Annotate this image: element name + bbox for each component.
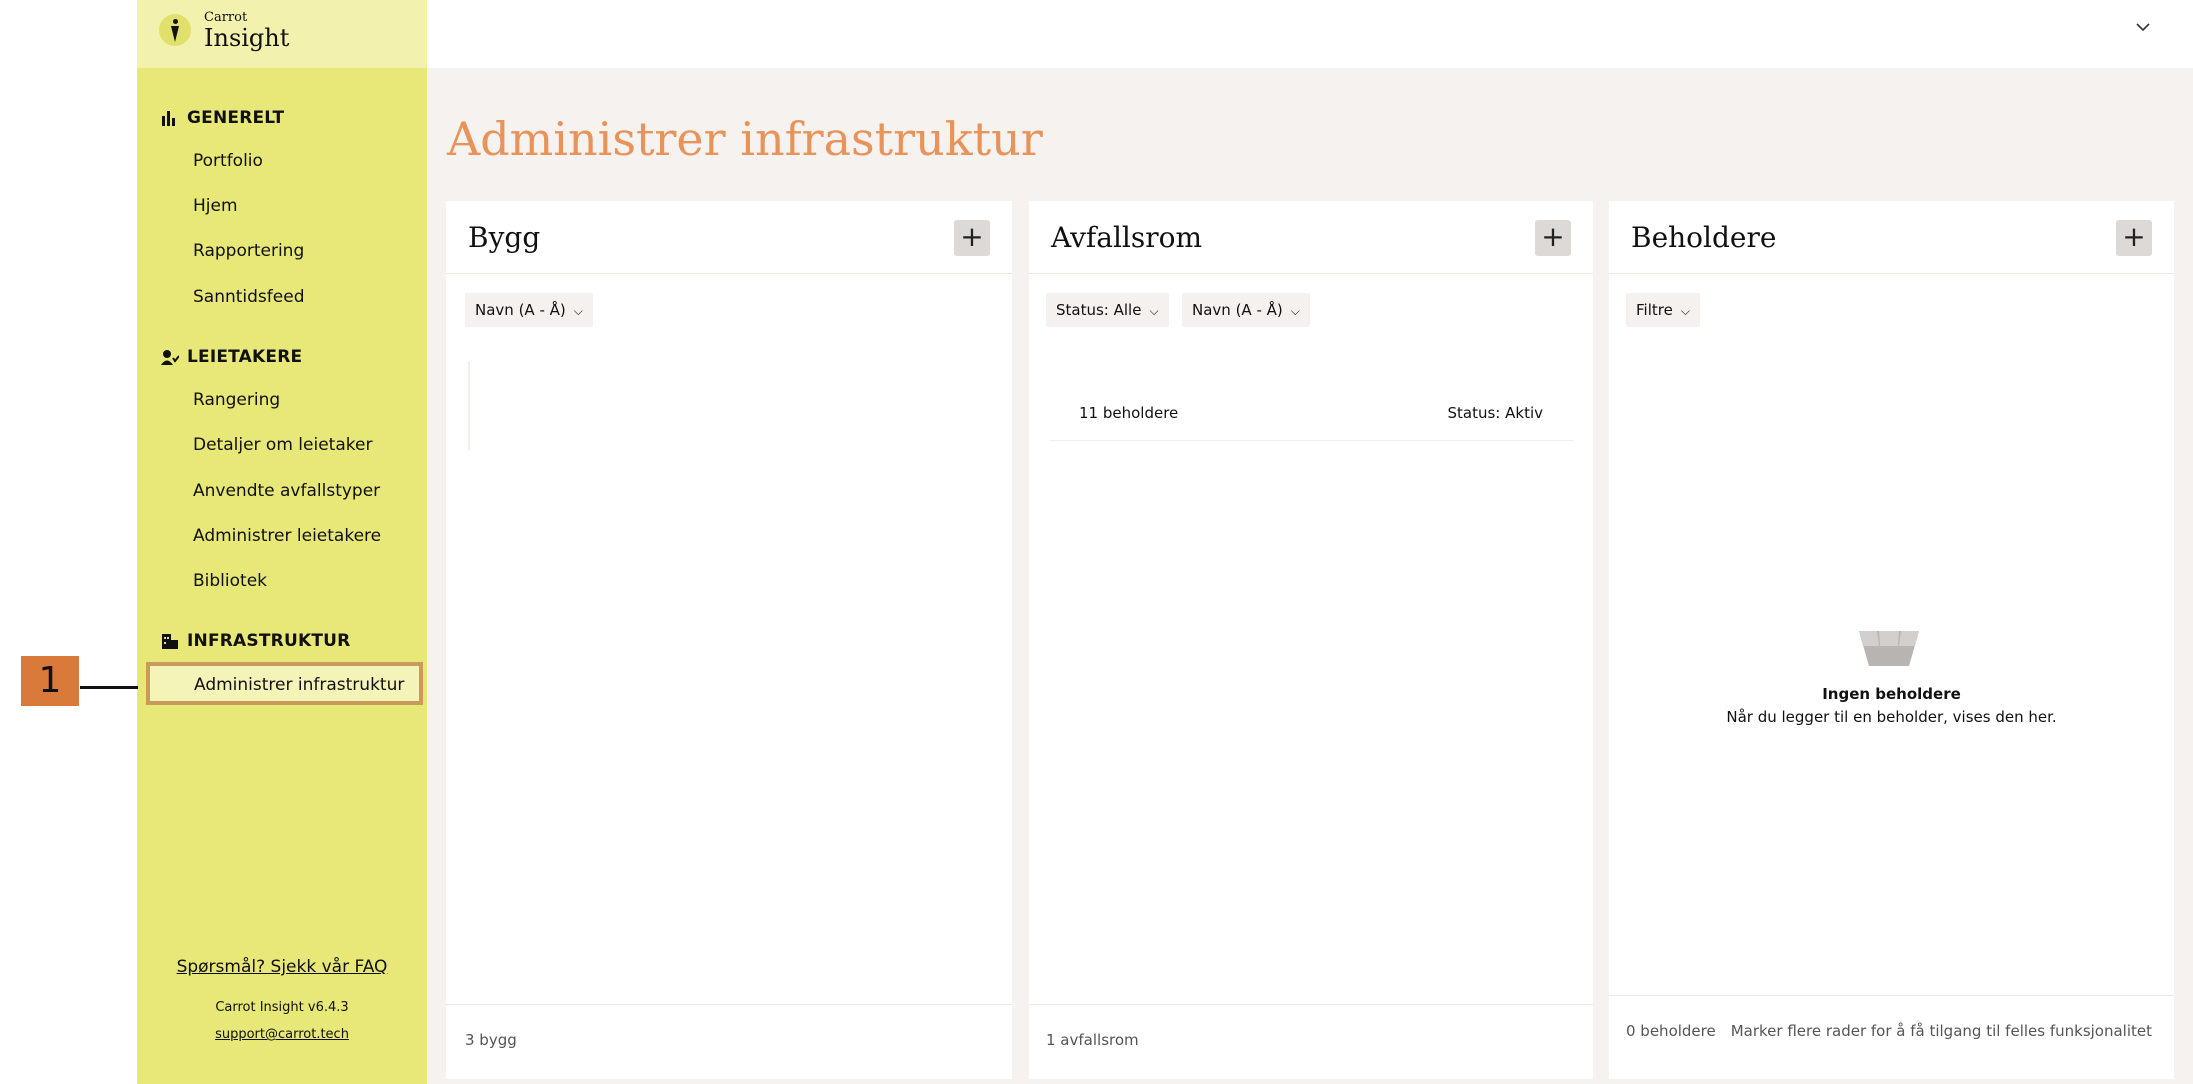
panel-footer: 0 beholdere Marker flere rader for å få … xyxy=(1609,995,2174,1079)
annotation-marker: 1 xyxy=(21,656,79,706)
sidebar-item-bibliotek[interactable]: Bibliotek xyxy=(193,571,267,591)
sidebar-item-administrer-leietakere[interactable]: Administrer leietakere xyxy=(193,526,381,546)
chevron-down-icon: ⌵ xyxy=(573,304,583,318)
beholdere-count: 0 beholdere xyxy=(1626,1022,1716,1040)
status-filter-dropdown[interactable]: Status: Alle ⌵ xyxy=(1046,293,1169,327)
chevron-down-icon[interactable] xyxy=(2135,22,2151,32)
annotation-line xyxy=(80,686,138,689)
users-icon xyxy=(161,350,179,365)
add-avfallsrom-button[interactable]: + xyxy=(1535,220,1571,256)
add-bygg-button[interactable]: + xyxy=(954,220,990,256)
sort-dropdown[interactable]: Navn (A - Å) ⌵ xyxy=(465,293,593,327)
sidebar-item-label: Administrer infrastruktur xyxy=(194,675,405,695)
row-container-count: 11 beholdere xyxy=(1079,404,1179,422)
building-icon xyxy=(162,634,178,649)
sidebar-item-sanntidsfeed[interactable]: Sanntidsfeed xyxy=(193,287,305,307)
topbar xyxy=(427,0,2193,68)
row-status: Status: Aktiv xyxy=(1447,404,1544,422)
empty-state-title: Ingen beholdere xyxy=(1822,685,1961,703)
panel-header: Bygg + xyxy=(446,201,1012,274)
nav-section-title-text: GENERELT xyxy=(187,108,285,128)
nav-section-generelt: GENERELT xyxy=(161,108,284,128)
sort-dropdown[interactable]: Navn (A - Å) ⌵ xyxy=(1182,293,1310,327)
sidebar-item-detaljer-om-leietaker[interactable]: Detaljer om leietaker xyxy=(193,435,372,455)
panel-bygg: Bygg + Navn (A - Å) ⌵ 3 bygg xyxy=(446,201,1012,1079)
logo[interactable]: Carrot Insight xyxy=(137,0,427,68)
nav-section-infrastruktur: INFRASTRUKTUR xyxy=(161,631,350,651)
panel-title: Beholdere xyxy=(1631,221,1777,254)
sidebar-item-anvendte-avfallstyper[interactable]: Anvendte avfallstyper xyxy=(193,481,380,501)
panel-header: Avfallsrom + xyxy=(1029,201,1593,274)
faq-link[interactable]: Spørsmål? Sjekk vår FAQ xyxy=(137,957,427,977)
sidebar-item-administrer-infrastruktur[interactable]: Administrer infrastruktur xyxy=(146,662,423,705)
sidebar-item-rangering[interactable]: Rangering xyxy=(193,390,280,410)
panel-avfallsrom: Avfallsrom + Status: Alle ⌵ Navn (A - Å) ⌵… xyxy=(1029,201,1593,1079)
panel-beholdere: Beholdere + Filtre ⌵ Ingen beholdere Når … xyxy=(1609,201,2174,1079)
add-beholder-button[interactable]: + xyxy=(2116,220,2152,256)
filter-dropdown[interactable]: Filtre ⌵ xyxy=(1626,293,1700,327)
dropdown-label: Status: Alle xyxy=(1056,301,1142,319)
page-title: Administrer infrastruktur xyxy=(447,112,1043,166)
table-row[interactable]: 11 beholdere Status: Aktiv xyxy=(1049,388,1573,441)
avfallsrom-count: 1 avfallsrom xyxy=(1046,1031,1139,1049)
empty-state-subtitle: Når du legger til en beholder, vises den… xyxy=(1726,708,2057,726)
container-bin-icon xyxy=(1859,631,1919,666)
sidebar-item-hjem[interactable]: Hjem xyxy=(193,196,238,216)
list-placeholder xyxy=(468,361,470,451)
dropdown-label: Navn (A - Å) xyxy=(1192,301,1283,319)
bygg-count: 3 bygg xyxy=(465,1031,517,1049)
logo-small-text: Carrot xyxy=(204,10,248,25)
panel-footer: 1 avfallsrom xyxy=(1029,1004,1593,1079)
sidebar-item-portfolio[interactable]: Portfolio xyxy=(193,151,263,171)
panel-header: Beholdere + xyxy=(1609,201,2174,274)
logo-main-text: Insight xyxy=(204,24,290,52)
bar-chart-icon xyxy=(162,111,175,126)
panel-title: Avfallsrom xyxy=(1051,221,1203,254)
chevron-down-icon: ⌵ xyxy=(1290,304,1300,318)
footer-hint: Marker flere rader for å få tilgang til … xyxy=(1730,1022,2152,1040)
main-content: Administrer infrastruktur Bygg + Navn (A… xyxy=(427,68,2193,1084)
chevron-down-icon: ⌵ xyxy=(1149,304,1159,318)
dropdown-label: Navn (A - Å) xyxy=(475,301,566,319)
nav-section-title-text: LEIETAKERE xyxy=(187,347,303,367)
panel-footer: 3 bygg xyxy=(446,1004,1012,1079)
sidebar: Carrot Insight GENERELT Portfolio Hjem R… xyxy=(137,0,427,1084)
support-email-link[interactable]: support@carrot.tech xyxy=(137,1027,427,1042)
nav-section-leietakere: LEIETAKERE xyxy=(161,347,302,367)
chevron-down-icon: ⌵ xyxy=(1680,304,1690,318)
sidebar-item-rapportering[interactable]: Rapportering xyxy=(193,241,304,261)
dropdown-label: Filtre xyxy=(1636,301,1673,319)
nav-section-title-text: INFRASTRUKTUR xyxy=(187,631,351,651)
carrot-logo-icon xyxy=(159,14,191,46)
version-text: Carrot Insight v6.4.3 xyxy=(215,1000,349,1015)
panel-title: Bygg xyxy=(468,221,541,254)
